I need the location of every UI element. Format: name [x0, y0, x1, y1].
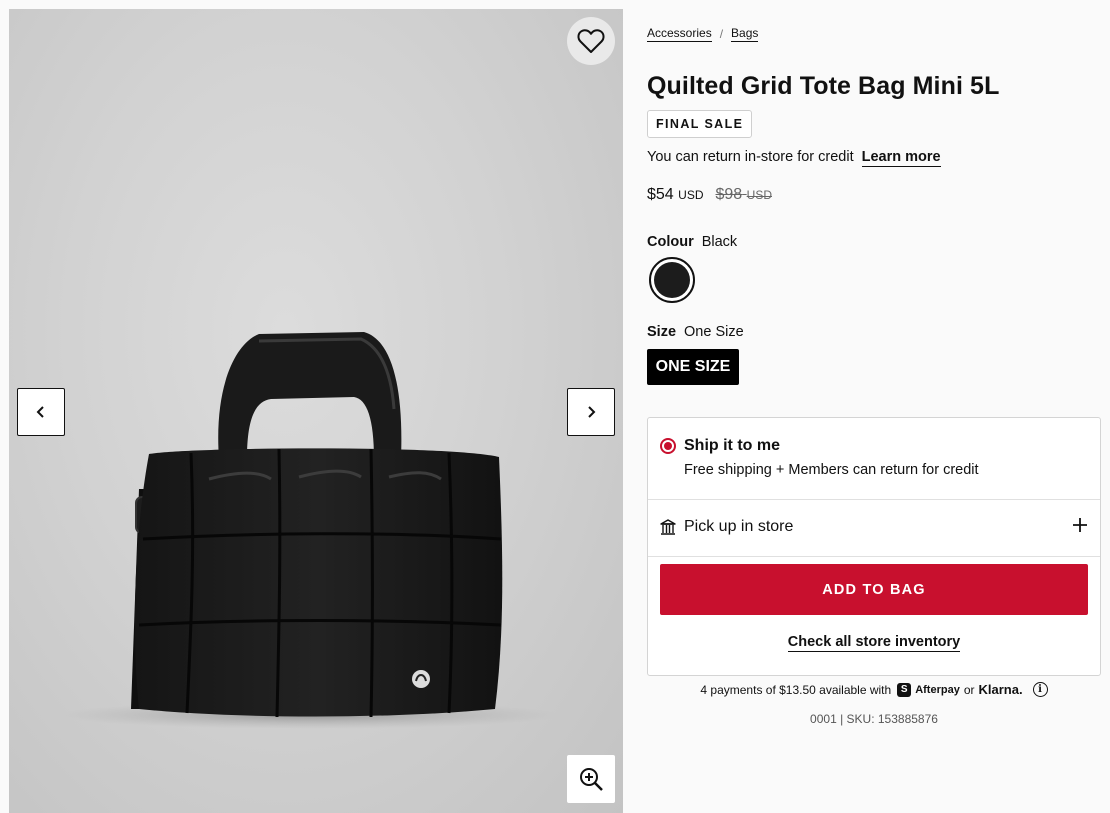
- sku: 0001 | SKU: 153885876: [810, 712, 938, 726]
- product-gallery: [9, 9, 623, 813]
- swatch-color: [654, 262, 690, 298]
- learn-more-link[interactable]: Learn more: [861, 149, 941, 167]
- zoom-button[interactable]: [567, 755, 615, 803]
- plus-icon[interactable]: [1072, 517, 1088, 533]
- delivery-options: Ship it to me Free shipping + Members ca…: [647, 417, 1101, 676]
- breadcrumb-bags[interactable]: Bags: [731, 26, 759, 42]
- pickup-label: Pick up in store: [684, 518, 794, 535]
- original-price: $98 USD: [715, 186, 773, 203]
- product-title: Quilted Grid Tote Bag Mini 5L: [647, 72, 1000, 100]
- product-image: [59, 332, 559, 729]
- previous-image-button[interactable]: [17, 388, 65, 436]
- return-note: You can return in-store for credit Learn…: [647, 149, 941, 167]
- sale-price: $54 USD: [647, 186, 704, 203]
- afterpay-icon: S: [897, 682, 912, 697]
- afterpay-logo: Afterpay: [915, 683, 960, 696]
- size-selector-label: Size One Size: [647, 324, 744, 340]
- ship-radio[interactable]: [660, 438, 676, 454]
- colour-swatch-black[interactable]: [649, 257, 695, 303]
- wishlist-button[interactable]: [567, 17, 615, 65]
- check-inventory-link[interactable]: Check all store inventory: [787, 634, 961, 652]
- chevron-right-icon: [588, 406, 596, 418]
- zoom-in-icon: [580, 768, 603, 791]
- chevron-left-icon: [36, 406, 44, 418]
- size-label: Size: [647, 324, 677, 340]
- final-sale-badge: FINAL SALE: [647, 110, 753, 138]
- next-image-button[interactable]: [567, 388, 615, 436]
- heart-icon: [577, 29, 605, 53]
- add-to-bag-button[interactable]: ADD TO BAG: [660, 564, 1088, 615]
- size-value: One Size: [684, 324, 744, 340]
- pickup-option[interactable]: Pick up in store: [648, 500, 1100, 556]
- colour-selector-label: Colour Black: [647, 234, 737, 250]
- size-option-one-size[interactable]: ONE SIZE: [647, 349, 739, 385]
- klarna-logo: Klarna.: [978, 682, 1023, 697]
- payment-options: 4 payments of $13.50 available with S Af…: [647, 682, 1101, 697]
- check-inventory: Check all store inventory: [648, 633, 1100, 652]
- breadcrumb-accessories[interactable]: Accessories: [647, 26, 712, 42]
- colour-value: Black: [701, 234, 738, 250]
- payment-text: 4 payments of $13.50 available with: [700, 682, 892, 697]
- payment-or: or: [963, 682, 975, 697]
- store-icon: [660, 519, 676, 535]
- divider: [648, 556, 1100, 557]
- info-icon[interactable]: i: [1032, 682, 1048, 697]
- breadcrumb-separator: /: [719, 27, 724, 41]
- return-note-text: You can return in-store for credit: [647, 149, 854, 165]
- price: $54 USD $98 USD: [647, 186, 772, 204]
- ship-title: Ship it to me: [684, 437, 780, 454]
- colour-label: Colour: [647, 234, 694, 250]
- ship-subtitle: Free shipping + Members can return for c…: [684, 462, 979, 478]
- breadcrumb: Accessories / Bags: [647, 26, 759, 42]
